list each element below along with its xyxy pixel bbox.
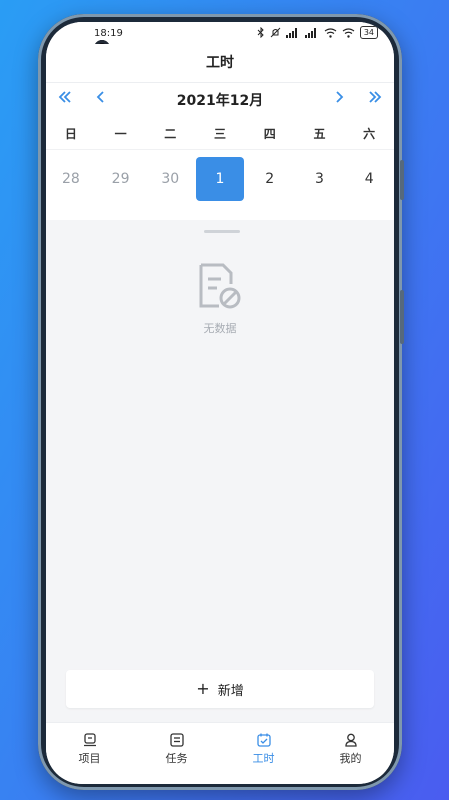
calendar-day[interactable]: 3 — [295, 157, 345, 201]
hotspot-icon — [342, 27, 355, 38]
weekday-label: 六 — [363, 126, 376, 141]
calendar-day[interactable]: 4 — [344, 157, 394, 201]
app-screen: 18:19 34 工时 2021年12月 日 一 二 三 四 五 六 28 29… — [46, 22, 394, 784]
power-button — [400, 290, 404, 344]
calendar-header: 2021年12月 — [46, 83, 394, 117]
day-number: 3 — [314, 171, 324, 187]
signal-icon — [285, 27, 297, 38]
mute-icon — [270, 27, 281, 38]
plus-icon: + — [196, 679, 210, 698]
calendar-day-selected[interactable]: 1 — [195, 157, 245, 201]
calendar-expand-handle[interactable] — [204, 230, 240, 233]
day-number: 1 — [196, 157, 245, 201]
tab-bar: 项目 任务 工时 我的 — [46, 722, 394, 784]
status-time: 18:19 — [94, 28, 123, 39]
tab-label: 项目 — [78, 752, 101, 765]
tab-project[interactable]: 项目 — [46, 723, 133, 784]
calendar-day[interactable]: 29 — [96, 157, 146, 201]
weekday-row: 日 一 二 三 四 五 六 — [46, 117, 394, 150]
next-year-button[interactable] — [368, 89, 382, 109]
double-chevron-right-icon — [369, 91, 382, 103]
bluetooth-icon — [257, 27, 264, 38]
day-number: 29 — [111, 171, 130, 187]
empty-state: 无数据 — [46, 262, 394, 336]
task-icon — [169, 733, 184, 747]
profile-icon — [344, 733, 357, 747]
tab-timesheet[interactable]: 工时 — [220, 723, 307, 784]
tab-label: 我的 — [339, 752, 362, 765]
add-button[interactable]: + 新增 — [66, 670, 374, 708]
nav-bar: 工时 — [46, 44, 394, 83]
day-number: 30 — [161, 171, 180, 187]
calendar-day[interactable]: 30 — [145, 157, 195, 201]
calendar-day[interactable]: 28 — [46, 157, 96, 201]
day-number: 4 — [364, 171, 374, 187]
signal-icon-2 — [304, 27, 316, 38]
weekday-label: 日 — [64, 126, 77, 141]
tab-profile[interactable]: 我的 — [307, 723, 394, 784]
weekday-label: 四 — [263, 126, 276, 141]
day-number: 28 — [61, 171, 80, 187]
calendar-day[interactable]: 2 — [245, 157, 295, 201]
weekday-label: 五 — [313, 126, 326, 141]
project-icon — [83, 733, 96, 747]
next-month-button[interactable] — [334, 89, 344, 109]
chevron-right-icon — [336, 91, 344, 103]
weekday-label: 二 — [164, 126, 177, 141]
day-number: 2 — [265, 171, 275, 187]
no-data-icon — [199, 263, 241, 309]
tab-label: 工时 — [252, 752, 275, 765]
volume-button — [400, 160, 404, 200]
wifi-icon — [324, 27, 337, 38]
page-title: 工时 — [206, 55, 234, 71]
tab-task[interactable]: 任务 — [133, 723, 220, 784]
add-button-label: 新增 — [217, 683, 244, 699]
battery-indicator: 34 — [359, 26, 378, 39]
timesheet-icon — [256, 733, 271, 747]
empty-state-text: 无数据 — [203, 322, 237, 335]
weekday-label: 一 — [114, 126, 127, 141]
weekday-label: 三 — [214, 126, 227, 141]
calendar: 2021年12月 日 一 二 三 四 五 六 28 29 30 1 2 3 4 — [46, 83, 394, 220]
day-row: 28 29 30 1 2 3 4 — [46, 150, 394, 208]
tab-label: 任务 — [165, 752, 188, 765]
